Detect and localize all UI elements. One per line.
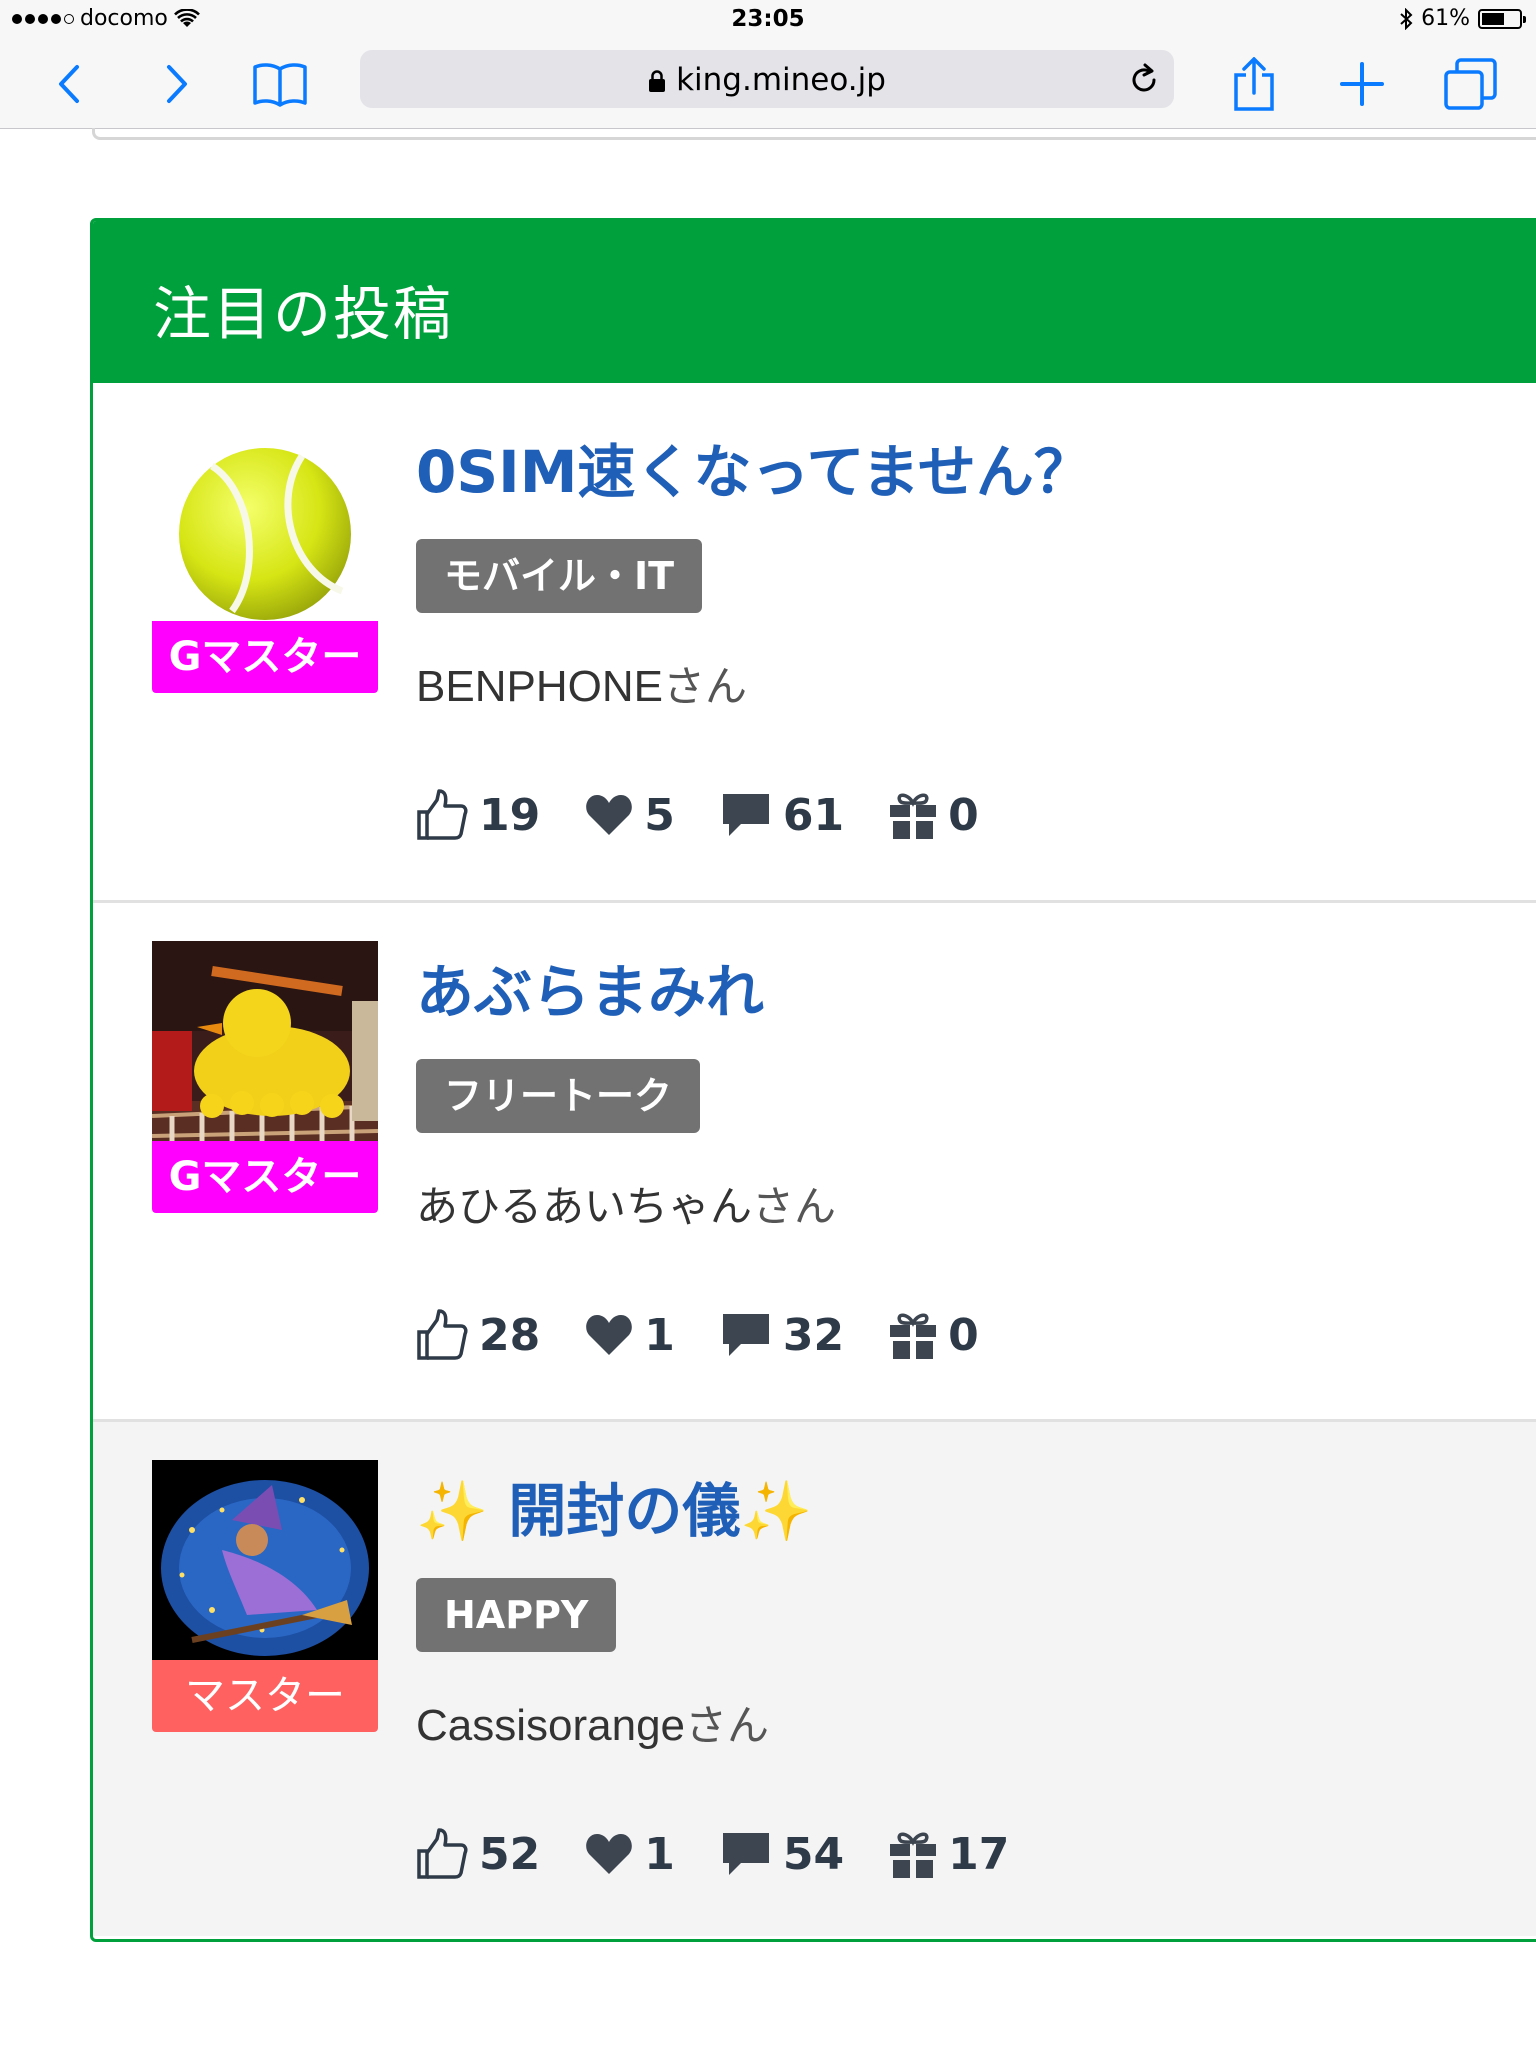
post-author[interactable]: Cassisorangeさん bbox=[416, 1692, 769, 1753]
favorite-count[interactable]: 1 bbox=[584, 1829, 675, 1880]
share-icon bbox=[1234, 57, 1274, 111]
like-count[interactable]: 52 bbox=[415, 1827, 540, 1881]
comment-count-value: 61 bbox=[782, 789, 845, 841]
bookmarks-icon bbox=[253, 63, 307, 107]
author-suffix: さん bbox=[685, 1701, 770, 1750]
like-count-value: 52 bbox=[479, 1828, 541, 1880]
thumbs-up-icon bbox=[417, 789, 468, 840]
favorite-count-value: 5 bbox=[644, 789, 675, 841]
author-suffix: さん bbox=[752, 1182, 837, 1231]
rubber-ducks-image bbox=[152, 941, 378, 1167]
status-bar: docomo 23:05 61% bbox=[0, 0, 1536, 40]
comment-icon bbox=[722, 794, 769, 836]
rank-badge: マスター bbox=[152, 1660, 378, 1732]
rank-badge: Gマスター bbox=[152, 1141, 378, 1213]
author-name: あひるあいちゃん bbox=[416, 1182, 753, 1231]
share-button[interactable] bbox=[1224, 54, 1284, 114]
previous-card-edge bbox=[92, 128, 1536, 140]
featured-posts-panel: 注目の投稿 Gマスター 0SIM速くなってません？ モバイル・IT BENPHO… bbox=[90, 218, 1536, 1942]
comment-count-value: 32 bbox=[782, 1309, 845, 1361]
sparkle-icon: ✨ bbox=[416, 1477, 489, 1545]
sparkle-icon: ✨ bbox=[740, 1477, 813, 1545]
status-right: 61% bbox=[1399, 6, 1526, 31]
heart-icon bbox=[586, 1834, 633, 1874]
post-item[interactable]: Gマスター 0SIM速くなってません？ モバイル・IT BENPHONEさん 1… bbox=[93, 383, 1536, 900]
gift-count[interactable]: 17 bbox=[888, 1828, 1009, 1880]
comment-count[interactable]: 54 bbox=[719, 1829, 844, 1880]
gift-icon bbox=[890, 1313, 937, 1359]
favorite-count[interactable]: 5 bbox=[584, 790, 675, 841]
tennis-ball-image bbox=[152, 421, 378, 647]
clock: 23:05 bbox=[731, 6, 805, 32]
gift-icon bbox=[890, 793, 937, 839]
bookmarks-button[interactable] bbox=[250, 54, 310, 114]
battery-level bbox=[1482, 12, 1504, 25]
post-title-text: 開封の儀 bbox=[488, 1477, 741, 1545]
post-item[interactable]: Gマスター あぶらまみれ フリートーク あひるあいちゃんさん 28 1 32 0 bbox=[93, 900, 1536, 1417]
post-author[interactable]: あひるあいちゃんさん bbox=[416, 1173, 836, 1234]
forward-button[interactable] bbox=[146, 54, 206, 114]
gift-count[interactable]: 0 bbox=[888, 1309, 979, 1361]
lock-icon bbox=[649, 70, 666, 92]
gift-count[interactable]: 0 bbox=[888, 789, 979, 841]
comment-count[interactable]: 32 bbox=[719, 1310, 844, 1361]
post-title[interactable]: ✨ 開封の儀✨ bbox=[416, 1464, 813, 1548]
category-tag[interactable]: フリートーク bbox=[416, 1059, 701, 1133]
forward-icon bbox=[167, 65, 187, 103]
post-title[interactable]: 0SIM速くなってません？ bbox=[416, 425, 1092, 509]
browser-toolbar: king.mineo.jp bbox=[0, 40, 1536, 129]
witch-image bbox=[152, 1460, 378, 1686]
url-display[interactable]: king.mineo.jp bbox=[360, 62, 1174, 98]
tabs-button[interactable] bbox=[1440, 54, 1500, 114]
favorite-count-value: 1 bbox=[644, 1309, 675, 1361]
post-stats: 19 5 61 0 bbox=[415, 785, 1023, 845]
heart-icon bbox=[586, 795, 633, 835]
rank-badge: Gマスター bbox=[152, 621, 378, 693]
heart-icon bbox=[586, 1315, 633, 1355]
tabs-icon bbox=[1444, 58, 1497, 110]
post-author[interactable]: BENPHONEさん bbox=[416, 653, 747, 714]
like-count-value: 19 bbox=[479, 789, 541, 841]
bluetooth-icon bbox=[1400, 7, 1413, 30]
like-count[interactable]: 28 bbox=[415, 1308, 540, 1362]
like-count[interactable]: 19 bbox=[415, 788, 540, 842]
thumbs-up-icon bbox=[417, 1309, 468, 1360]
post-stats: 28 1 32 0 bbox=[415, 1305, 1023, 1365]
author-suffix: さん bbox=[662, 662, 747, 711]
post-stats: 52 1 54 17 bbox=[415, 1824, 1053, 1884]
thumbs-up-icon bbox=[417, 1828, 468, 1879]
post-avatar[interactable] bbox=[152, 1460, 378, 1686]
category-tag[interactable]: モバイル・IT bbox=[416, 539, 703, 613]
comment-icon bbox=[722, 1833, 769, 1875]
new-tab-icon bbox=[1340, 62, 1384, 106]
comment-count-value: 54 bbox=[782, 1828, 845, 1880]
gift-count-value: 0 bbox=[948, 789, 979, 841]
comment-count[interactable]: 61 bbox=[719, 790, 844, 841]
favorite-count[interactable]: 1 bbox=[584, 1310, 675, 1361]
gift-icon bbox=[890, 1832, 937, 1878]
panel-header: 注目の投稿 bbox=[93, 221, 1536, 383]
gift-count-value: 0 bbox=[948, 1309, 979, 1361]
battery-icon bbox=[1478, 8, 1526, 29]
reload-icon[interactable] bbox=[1126, 62, 1162, 98]
post-avatar[interactable] bbox=[152, 421, 378, 647]
category-tag[interactable]: HAPPY bbox=[416, 1578, 617, 1652]
battery-percent: 61% bbox=[1421, 6, 1470, 31]
address-bar[interactable]: king.mineo.jp bbox=[360, 50, 1174, 108]
post-title[interactable]: あぶらまみれ bbox=[416, 945, 764, 1029]
back-button[interactable] bbox=[40, 54, 100, 114]
back-icon bbox=[59, 65, 79, 103]
post-item[interactable]: マスター ✨ 開封の儀✨ HAPPY Cassisorangeさん 52 1 5… bbox=[93, 1419, 1536, 1936]
like-count-value: 28 bbox=[479, 1309, 541, 1361]
comment-icon bbox=[722, 1314, 769, 1356]
favorite-count-value: 1 bbox=[644, 1828, 675, 1880]
new-tab-button[interactable] bbox=[1332, 54, 1392, 114]
gift-count-value: 17 bbox=[948, 1828, 1010, 1880]
author-name: BENPHONE bbox=[416, 662, 663, 711]
url-text: king.mineo.jp bbox=[676, 62, 886, 98]
panel-title: 注目の投稿 bbox=[153, 280, 454, 348]
post-avatar[interactable] bbox=[152, 941, 378, 1167]
author-name: Cassisorange bbox=[416, 1701, 686, 1750]
